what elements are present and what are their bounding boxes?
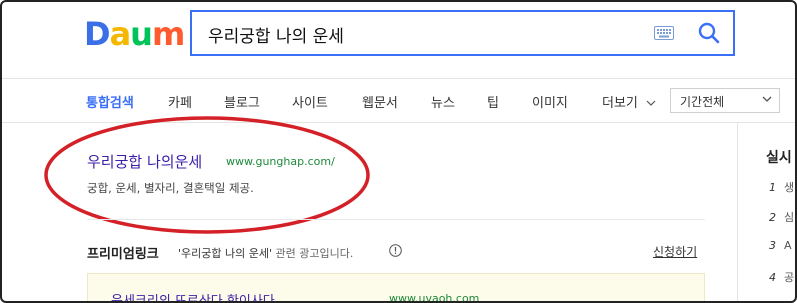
tab-all[interactable]: 통합검색 bbox=[86, 92, 134, 111]
realtime-item[interactable]: 3A bbox=[769, 239, 792, 252]
tab-web[interactable]: 웹문서 bbox=[362, 92, 398, 111]
realtime-item[interactable]: 2심 bbox=[769, 209, 794, 225]
premium-link-description: '우리궁합 나의 운세' 관련 광고입니다. bbox=[178, 245, 353, 261]
premium-query: '우리궁합 나의 운세' bbox=[178, 247, 273, 260]
rank-number: 3 bbox=[769, 239, 776, 252]
chevron-down-icon bbox=[646, 100, 656, 106]
tab-blog[interactable]: 블로그 bbox=[224, 92, 260, 111]
realtime-item[interactable]: 4공 bbox=[769, 269, 794, 285]
rank-number: 2 bbox=[769, 211, 776, 224]
logo-letter-a: a bbox=[109, 15, 132, 53]
realtime-panel-title: 실시 bbox=[766, 150, 792, 166]
ad-url[interactable]: www.uvaoh.com bbox=[389, 292, 479, 301]
logo-letter-u: u bbox=[130, 15, 153, 53]
daum-logo[interactable]: Daum bbox=[84, 15, 185, 53]
premium-ad-box: 운세크리의 뜨로산다 한이사다 www.uvaoh.com bbox=[87, 273, 705, 301]
logo-letter-m: m bbox=[151, 15, 185, 53]
info-icon[interactable] bbox=[389, 244, 402, 257]
logo-letter-d: D bbox=[84, 15, 111, 53]
search-box bbox=[190, 10, 735, 56]
tab-more[interactable]: 더보기 bbox=[602, 92, 656, 111]
keyboard-icon[interactable] bbox=[654, 26, 674, 40]
browser-frame: Daum 통합검색 카페 블로그 사이트 웹문서 뉴스 팁 이미 bbox=[0, 0, 797, 303]
rank-text: 공 bbox=[784, 271, 795, 284]
section-divider bbox=[87, 219, 705, 220]
tab-site[interactable]: 사이트 bbox=[292, 92, 328, 111]
apply-link[interactable]: 신청하기 bbox=[653, 243, 697, 260]
red-circle-annotation bbox=[44, 116, 370, 234]
tab-tip[interactable]: 팁 bbox=[487, 92, 499, 111]
chevron-down-icon bbox=[762, 96, 772, 102]
tab-cafe[interactable]: 카페 bbox=[168, 92, 192, 111]
rank-text: A bbox=[784, 239, 792, 252]
ad-title-link[interactable]: 운세크리의 뜨로산다 한이사다 bbox=[111, 290, 275, 301]
search-icon[interactable] bbox=[698, 22, 720, 44]
tab-image[interactable]: 이미지 bbox=[532, 92, 568, 111]
rank-number: 1 bbox=[769, 181, 776, 194]
period-value: 기간전체 bbox=[680, 95, 725, 109]
search-input[interactable] bbox=[206, 21, 640, 47]
rank-text: 심 bbox=[784, 211, 795, 224]
premium-suffix: 관련 광고입니다. bbox=[272, 247, 354, 260]
header: Daum bbox=[2, 2, 795, 78]
tab-news[interactable]: 뉴스 bbox=[431, 92, 455, 111]
tab-more-label: 더보기 bbox=[602, 96, 638, 111]
rank-text: 생 bbox=[784, 181, 795, 194]
realtime-item[interactable]: 1생 bbox=[769, 179, 794, 195]
premium-link-heading: 프리미엄링크 bbox=[87, 247, 159, 262]
period-select[interactable]: 기간전체 bbox=[670, 88, 780, 113]
sidebar-divider bbox=[737, 123, 738, 301]
rank-number: 4 bbox=[769, 271, 776, 284]
